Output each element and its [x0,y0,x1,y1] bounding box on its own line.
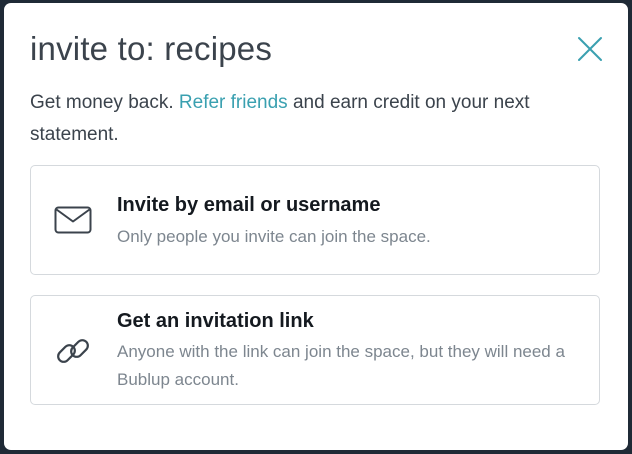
invitation-link-option[interactable]: Get an invitation link Anyone with the l… [30,295,600,405]
modal-title: invite to: recipes [30,30,273,67]
subtitle-prefix: Get money back. [30,92,179,113]
option-title: Get an invitation link [117,310,314,332]
invite-modal: invite to: recipes Get money back. Refer… [4,3,628,450]
close-icon [578,37,602,61]
close-button[interactable] [572,31,608,67]
option-description: Only people you invite can join the spac… [117,227,431,246]
option-title: Invite by email or username [117,194,381,216]
option-description: Anyone with the link can join the space,… [117,342,565,389]
modal-subtitle: Get money back. Refer friends and earn c… [30,87,590,151]
refer-friends-link[interactable]: Refer friends [179,92,288,113]
envelope-icon [53,200,93,240]
link-icon [53,331,93,371]
invite-by-email-option[interactable]: Invite by email or username Only people … [30,165,600,275]
